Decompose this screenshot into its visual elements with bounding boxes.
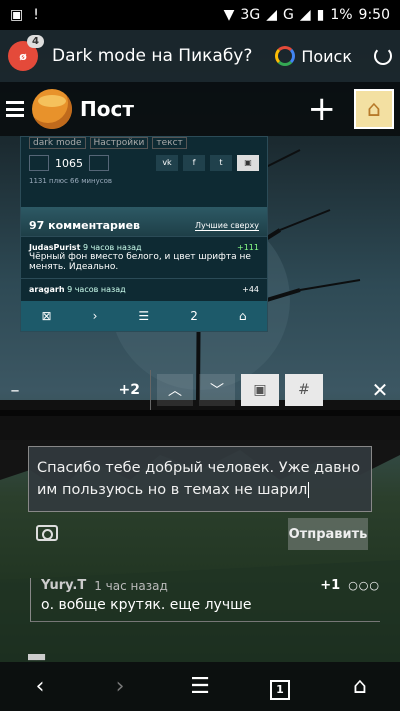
- send-button[interactable]: Отправить: [288, 518, 368, 550]
- tag-list: dark mode Настройки текст: [21, 137, 267, 149]
- downvote-button[interactable]: ﹀: [199, 374, 235, 406]
- hashtag-button[interactable]: #: [285, 374, 323, 406]
- downvote-icon: [89, 155, 109, 171]
- app-title: Пост: [80, 97, 134, 121]
- image-notification-icon: ▣: [10, 7, 24, 23]
- comment-score: +1: [320, 578, 341, 593]
- page-title[interactable]: Dark mode на Пикабу?: [52, 46, 275, 66]
- twitter-icon: t: [210, 155, 232, 171]
- comment-time: 1 час назад: [94, 578, 168, 593]
- status-bar: ▣ ! ▼ 3G ◢ G ◢ ▮ 1% 9:50: [0, 0, 400, 30]
- rating-delta: +2: [118, 382, 140, 398]
- signal2-icon: ◢: [299, 7, 311, 23]
- alert-icon: !: [33, 7, 39, 23]
- google-icon: [275, 46, 296, 66]
- clock: 9:50: [358, 7, 390, 23]
- list-item: +44 aragarh 9 часов назад: [21, 278, 267, 300]
- app-header: Пост + ⌂: [0, 82, 400, 136]
- comments-header: 97 комментариев Лучшие сверху: [21, 207, 267, 236]
- screenshot-navbar: ⊠ › ☰ 2 ⌂: [21, 301, 267, 331]
- list-item: Yury.T 1 час назад +1 ○○○ о. вобще крутя…: [30, 578, 380, 622]
- divider: [0, 410, 400, 416]
- home-icon: ⌂: [238, 309, 247, 323]
- comment-input[interactable]: Спасибо тебе добрый человек. Уже давно и…: [28, 446, 372, 512]
- forward-icon: ›: [92, 309, 98, 323]
- search-button[interactable]: Поиск: [275, 46, 352, 66]
- upvote-icon: [29, 155, 49, 171]
- vote-count: 1065: [55, 156, 83, 170]
- forward-icon[interactable]: ›: [100, 674, 140, 699]
- network-label: 3G: [240, 7, 261, 23]
- menu-icon[interactable]: [6, 101, 24, 117]
- wifi-icon: ▼: [223, 7, 235, 23]
- comment-author: JudasPurist: [29, 243, 81, 252]
- user-avatar[interactable]: ⌂: [354, 89, 394, 129]
- signal-icon: ◢: [266, 7, 277, 23]
- comments-count: 97 комментариев: [29, 219, 141, 232]
- network2-label: G: [282, 7, 294, 23]
- tag: Настройки: [89, 137, 149, 149]
- battery-level: 1%: [330, 7, 353, 23]
- close-button[interactable]: ✕: [360, 378, 400, 402]
- tab-count-badge: 4: [27, 35, 44, 48]
- back-icon[interactable]: ‹: [20, 674, 60, 699]
- home-icon[interactable]: ⌂: [340, 674, 380, 699]
- incognito-icon: ø: [19, 49, 27, 63]
- vote-row: 1065 vk f t ▣: [21, 149, 267, 177]
- post-image-screenshot[interactable]: dark mode Настройки текст 1065 vk f t ▣ …: [20, 136, 268, 332]
- search-label: Поиск: [301, 46, 352, 66]
- browser-url-bar: ø 4 Dark mode на Пикабу? Поиск: [0, 30, 400, 82]
- more-icon[interactable]: ○○○: [348, 579, 380, 592]
- tabs-icon: 2: [190, 309, 198, 323]
- comment-text: о. вобще крутяк. еще лучше: [41, 597, 252, 613]
- tab-switcher-button[interactable]: ø 4: [8, 35, 44, 71]
- battery-icon: ▮: [316, 7, 325, 23]
- comment-score: +44: [242, 285, 259, 294]
- comment-input-text: Спасибо тебе добрый человек. Уже давно и…: [37, 460, 360, 498]
- menu-icon: ☰: [138, 309, 150, 323]
- tabs-button[interactable]: 1: [260, 674, 300, 700]
- tabs-count: 1: [270, 679, 290, 700]
- list-item: +111 JudasPurist 9 часов назад Чёрный фо…: [21, 236, 267, 278]
- menu-icon[interactable]: ☰: [180, 674, 220, 699]
- save-button[interactable]: ▣: [241, 374, 279, 406]
- tag: текст: [152, 137, 187, 149]
- facebook-icon: f: [183, 155, 205, 171]
- minus-button[interactable]: –: [0, 380, 30, 401]
- add-post-button[interactable]: +: [308, 92, 337, 126]
- comment-author[interactable]: Yury.T: [41, 578, 86, 593]
- comment-score: +111: [237, 243, 259, 252]
- pikabu-logo[interactable]: [32, 89, 72, 129]
- vote-meta: 1131 плюс 66 минусов: [29, 177, 112, 185]
- bottom-navbar: ‹ › ☰ 1 ⌂: [0, 662, 400, 711]
- save-icon: ▣: [237, 155, 259, 171]
- close-tab-icon: ⊠: [41, 309, 52, 323]
- comment-time: 9 часов назад: [67, 285, 126, 294]
- divider: [150, 370, 151, 410]
- reload-icon[interactable]: [374, 47, 392, 65]
- upvote-button[interactable]: ︿: [157, 374, 193, 406]
- tag: dark mode: [29, 137, 86, 149]
- comment-text: Чёрный фон вместо белого, и цвет шрифта …: [29, 252, 251, 272]
- camera-icon[interactable]: [36, 525, 58, 541]
- comment-time: 9 часов назад: [82, 243, 142, 252]
- vk-icon: vk: [156, 155, 178, 171]
- comment-author: aragarh: [29, 285, 65, 294]
- text-caret: [308, 482, 310, 498]
- comment-toolbar: – +2 ︿ ﹀ ▣ # ✕: [0, 370, 400, 410]
- sort-label: Лучшие сверху: [194, 220, 259, 231]
